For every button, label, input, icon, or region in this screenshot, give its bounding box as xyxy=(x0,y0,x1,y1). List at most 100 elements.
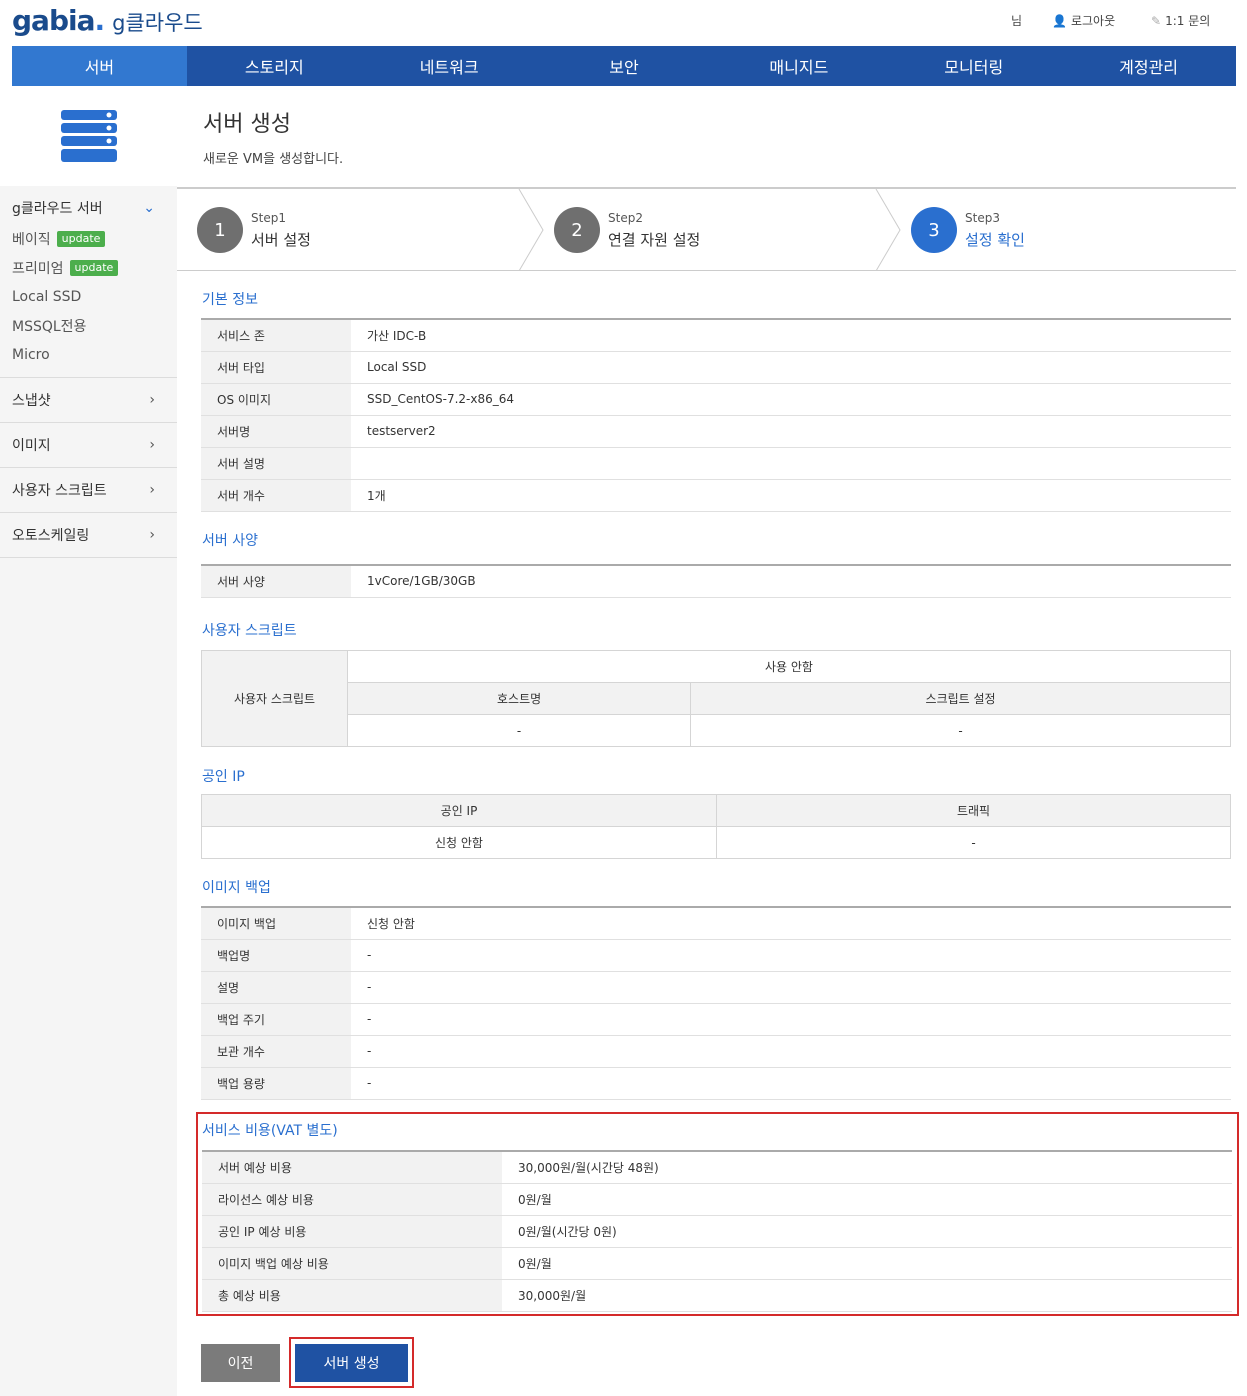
row-key: 서버 설명 xyxy=(201,447,351,480)
sidebar-head-label: 스냅샷 xyxy=(12,393,51,409)
table-row: 백업명 - xyxy=(201,939,1231,972)
cost-section-highlight: 서비스 비용(VAT 별도) 서버 예상 비용 30,000원/월(시간당 48원… xyxy=(196,1112,1239,1316)
sidebar-head-snapshot[interactable]: 스냅샷 › xyxy=(0,378,177,422)
sidebar-head-label: g클라우드 서버 xyxy=(12,201,103,217)
table-row: 서비스 존 가산 IDC-B xyxy=(201,319,1231,352)
row-key: 이미지 백업 예상 비용 xyxy=(202,1247,502,1280)
logo-dot: . xyxy=(94,4,105,37)
script-row-label: 사용자 스크립트 xyxy=(201,650,348,747)
nav-storage[interactable]: 스토리지 xyxy=(187,46,362,86)
row-value: - xyxy=(351,939,1231,972)
server-graphic xyxy=(0,86,177,186)
main-nav: 서버 스토리지 네트워크 보안 매니지드 모니터링 계정관리 xyxy=(12,46,1236,86)
table-row: 백업 주기 - xyxy=(201,1003,1231,1036)
row-key: 라이선스 예상 비용 xyxy=(202,1183,502,1216)
row-key: 보관 개수 xyxy=(201,1035,351,1068)
gabia-logo[interactable]: gabia. g클라우드 xyxy=(12,4,203,40)
logout-link[interactable]: 👤 로그아웃 xyxy=(1052,12,1115,29)
sidebar-head-image[interactable]: 이미지 › xyxy=(0,423,177,467)
sidebar-head-label: 사용자 스크립트 xyxy=(12,483,107,499)
table-row: 서버 사양 1vCore/1GB/30GB xyxy=(201,565,1231,598)
nav-monitoring[interactable]: 모니터링 xyxy=(886,46,1061,86)
nav-account[interactable]: 계정관리 xyxy=(1061,46,1236,86)
table-row: 보관 개수 - xyxy=(201,1035,1231,1068)
sidebar-item-local-ssd[interactable]: Local SSD xyxy=(0,282,177,311)
sidebar-head-label: 이미지 xyxy=(12,438,51,454)
chevron-right-icon: › xyxy=(149,482,155,498)
section-title-backup: 이미지 백업 xyxy=(202,880,271,896)
inquiry-link[interactable]: ✎ 1:1 문의 xyxy=(1151,12,1210,29)
script-setting-value: - xyxy=(690,714,1231,747)
update-badge: update xyxy=(69,259,119,276)
step-divider xyxy=(518,189,544,271)
section-title-basic: 기본 정보 xyxy=(202,292,258,308)
step-indicator: 1 Step1 서버 설정 2 Step2 연결 자원 설정 3 Step3 설… xyxy=(177,187,1236,271)
sidebar-head-user-script[interactable]: 사용자 스크립트 › xyxy=(0,468,177,512)
row-key: 설명 xyxy=(201,971,351,1004)
spec-table: 서버 사양 1vCore/1GB/30GB xyxy=(201,564,1231,598)
row-value: - xyxy=(351,1003,1231,1036)
table-row: OS 이미지 SSD_CentOS-7.2-x86_64 xyxy=(201,383,1231,416)
row-key: 이미지 백업 xyxy=(201,907,351,940)
create-server-button[interactable]: 서버 생성 xyxy=(295,1344,408,1382)
row-key: 백업 주기 xyxy=(201,1003,351,1036)
row-value: 1개 xyxy=(351,479,1231,512)
server-stack-icon xyxy=(60,110,117,162)
row-value: 30,000원/월(시간당 48원) xyxy=(502,1151,1232,1184)
row-value: 30,000원/월 xyxy=(502,1279,1232,1312)
user-name: 님 xyxy=(1011,12,1022,29)
nav-network[interactable]: 네트워크 xyxy=(362,46,537,86)
table-row: 서버 예상 비용 30,000원/월(시간당 48원) xyxy=(202,1151,1232,1184)
product-name: g클라우드 xyxy=(112,11,203,35)
row-value xyxy=(351,447,1231,480)
table-row: 설명 - xyxy=(201,971,1231,1004)
sidebar-group-autoscaling: 오토스케일링 › xyxy=(0,513,177,558)
top-header: gabia. g클라우드 님 👤 로그아웃 ✎ 1:1 문의 xyxy=(0,0,1247,46)
create-button-highlight: 서버 생성 xyxy=(289,1337,414,1388)
nav-security[interactable]: 보안 xyxy=(537,46,712,86)
edit-icon: ✎ xyxy=(1151,13,1162,28)
logo-text: gabia xyxy=(12,4,95,37)
user-icon: 👤 xyxy=(1052,13,1067,28)
sidebar-item-label: Local SSD xyxy=(12,288,82,305)
step-number: 2 xyxy=(554,207,600,253)
update-badge: update xyxy=(56,230,106,247)
sidebar-head-autoscaling[interactable]: 오토스케일링 › xyxy=(0,513,177,557)
row-value: - xyxy=(351,1035,1231,1068)
row-key: 공인 IP 예상 비용 xyxy=(202,1215,502,1248)
sidebar-item-basic[interactable]: 베이직 update xyxy=(0,224,177,253)
sidebar-group-user-script: 사용자 스크립트 › xyxy=(0,468,177,513)
step-1: 1 Step1 서버 설정 xyxy=(197,207,311,253)
table-row: 서버명 testserver2 xyxy=(201,415,1231,448)
row-value: SSD_CentOS-7.2-x86_64 xyxy=(351,383,1231,416)
table-row: 백업 용량 - xyxy=(201,1067,1231,1100)
row-key: 서버명 xyxy=(201,415,351,448)
step-name: 설정 확인 xyxy=(965,230,1025,249)
sidebar-head-label: 오토스케일링 xyxy=(12,528,90,544)
page-title: 서버 생성 xyxy=(203,112,291,137)
nav-managed[interactable]: 매니지드 xyxy=(711,46,886,86)
row-value: - xyxy=(351,971,1231,1004)
traffic-value: - xyxy=(716,826,1231,859)
col-header-hostname: 호스트명 xyxy=(346,682,692,715)
hostname-value: - xyxy=(346,714,692,747)
sidebar-item-mssql[interactable]: MSSQL전용 xyxy=(0,311,177,340)
logout-label: 로그아웃 xyxy=(1070,14,1116,28)
row-key: 서버 사양 xyxy=(201,565,351,598)
table-row: 서버 설명 xyxy=(201,447,1231,480)
step-name: 서버 설정 xyxy=(251,230,311,249)
ip-value: 신청 안함 xyxy=(201,826,717,859)
sidebar-item-label: 프리미엄 xyxy=(12,260,64,277)
table-row: 서버 개수 1개 xyxy=(201,479,1231,512)
col-header-script-setting: 스크립트 설정 xyxy=(690,682,1231,715)
row-value: - xyxy=(351,1067,1231,1100)
section-title-ip: 공인 IP xyxy=(202,769,245,785)
row-key: 백업 용량 xyxy=(201,1067,351,1100)
nav-server[interactable]: 서버 xyxy=(12,46,187,86)
prev-button[interactable]: 이전 xyxy=(201,1344,280,1382)
table-row: 이미지 백업 신청 안함 xyxy=(201,907,1231,940)
row-value: 1vCore/1GB/30GB xyxy=(351,565,1231,598)
sidebar-item-micro[interactable]: Micro xyxy=(0,340,177,369)
sidebar-group-gcloud-server: g클라우드 서버 ⌄ 베이직 update 프리미엄 update Local … xyxy=(0,186,177,378)
sidebar-item-premium[interactable]: 프리미엄 update xyxy=(0,253,177,282)
